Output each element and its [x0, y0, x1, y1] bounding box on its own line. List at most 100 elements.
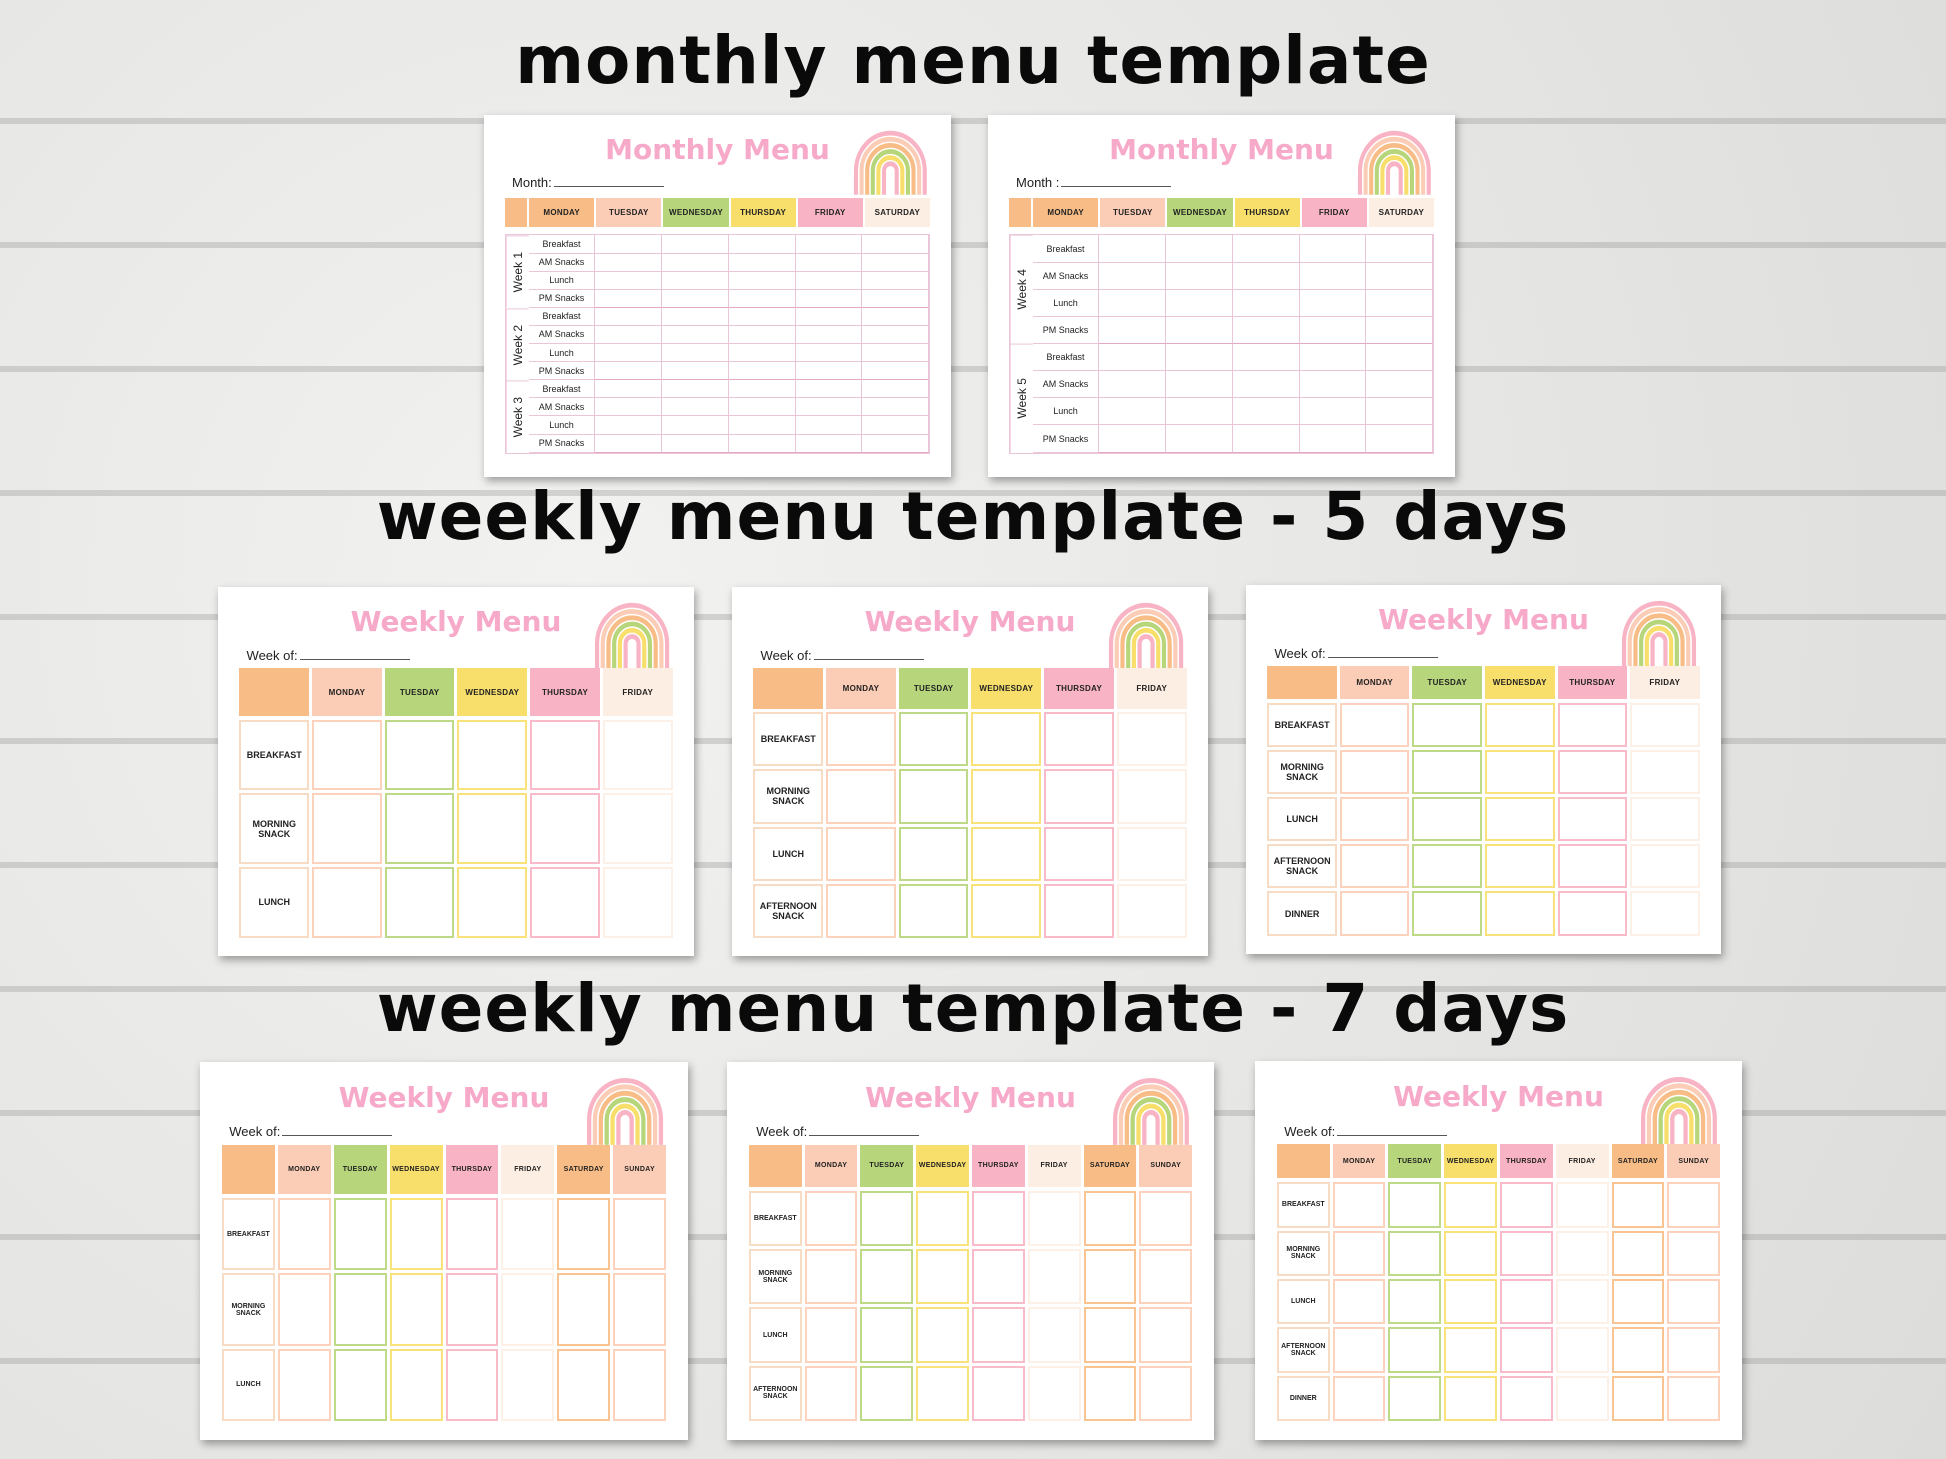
- meal-cell[interactable]: [972, 1248, 1025, 1305]
- meal-cell[interactable]: [1366, 425, 1433, 453]
- meal-cell[interactable]: [1232, 316, 1300, 345]
- meal-cell[interactable]: [557, 1348, 611, 1422]
- meal-cell[interactable]: [862, 416, 929, 435]
- meal-cell[interactable]: [804, 1248, 858, 1305]
- meal-cell[interactable]: [795, 398, 863, 417]
- meal-cell[interactable]: [1232, 262, 1300, 290]
- meal-cell[interactable]: [662, 398, 729, 417]
- meal-cell[interactable]: [1299, 235, 1367, 263]
- meal-cell[interactable]: [1139, 1307, 1193, 1363]
- meal-cell[interactable]: [862, 325, 929, 345]
- meal-cell[interactable]: [1484, 703, 1555, 748]
- meal-cell[interactable]: [862, 253, 929, 272]
- meal-cell[interactable]: [501, 1198, 555, 1271]
- meal-cell[interactable]: [1232, 235, 1300, 263]
- meal-cell[interactable]: [662, 362, 729, 381]
- meal-cell[interactable]: [826, 769, 896, 824]
- meal-cell[interactable]: [384, 866, 455, 938]
- meal-cell[interactable]: [595, 380, 663, 399]
- meal-cell[interactable]: [1099, 371, 1167, 399]
- meal-cell[interactable]: [1027, 1190, 1081, 1246]
- meal-cell[interactable]: [1366, 316, 1433, 345]
- meal-cell[interactable]: [804, 1190, 858, 1246]
- meal-cell[interactable]: [1044, 826, 1114, 881]
- meal-cell[interactable]: [898, 826, 969, 881]
- meal-cell[interactable]: [1557, 703, 1628, 748]
- meal-cell[interactable]: [1555, 1230, 1609, 1276]
- meal-cell[interactable]: [1099, 344, 1167, 372]
- meal-cell[interactable]: [795, 325, 863, 345]
- meal-cell[interactable]: [1611, 1230, 1665, 1276]
- meal-cell[interactable]: [1083, 1190, 1137, 1246]
- meal-cell[interactable]: [1166, 235, 1233, 263]
- meal-cell[interactable]: [662, 271, 729, 290]
- meal-cell[interactable]: [530, 793, 600, 864]
- meal-cell[interactable]: [662, 289, 729, 308]
- meal-cell[interactable]: [595, 253, 663, 272]
- meal-cell[interactable]: [862, 398, 929, 417]
- meal-cell[interactable]: [795, 362, 863, 381]
- meal-cell[interactable]: [1116, 769, 1187, 824]
- meal-cell[interactable]: [595, 289, 663, 308]
- meal-cell[interactable]: [1611, 1182, 1665, 1228]
- meal-cell[interactable]: [1444, 1230, 1497, 1276]
- meal-cell[interactable]: [1116, 712, 1187, 767]
- meal-cell[interactable]: [1555, 1327, 1609, 1373]
- meal-cell[interactable]: [898, 769, 969, 824]
- meal-cell[interactable]: [662, 434, 729, 453]
- meal-cell[interactable]: [595, 235, 663, 254]
- meal-cell[interactable]: [1299, 425, 1367, 453]
- meal-cell[interactable]: [728, 398, 796, 417]
- meal-cell[interactable]: [445, 1273, 499, 1346]
- meal-cell[interactable]: [457, 793, 528, 864]
- meal-cell[interactable]: [1339, 844, 1410, 889]
- meal-cell[interactable]: [862, 271, 929, 290]
- meal-cell[interactable]: [557, 1198, 611, 1271]
- meal-cell[interactable]: [1332, 1278, 1386, 1325]
- meal-cell[interactable]: [728, 271, 796, 290]
- meal-cell[interactable]: [1099, 316, 1167, 345]
- meal-cell[interactable]: [1099, 289, 1167, 317]
- meal-cell[interactable]: [728, 235, 796, 254]
- meal-cell[interactable]: [1339, 891, 1410, 936]
- meal-cell[interactable]: [445, 1348, 499, 1422]
- meal-cell[interactable]: [1667, 1278, 1721, 1325]
- meal-cell[interactable]: [1412, 750, 1482, 795]
- meal-cell[interactable]: [971, 712, 1042, 767]
- meal-cell[interactable]: [728, 325, 796, 345]
- meal-cell[interactable]: [1232, 344, 1300, 372]
- meal-cell[interactable]: [312, 793, 382, 864]
- meal-cell[interactable]: [389, 1273, 443, 1346]
- meal-cell[interactable]: [1388, 1278, 1442, 1325]
- meal-cell[interactable]: [1388, 1375, 1442, 1422]
- meal-cell[interactable]: [898, 712, 969, 767]
- meal-cell[interactable]: [1339, 703, 1410, 748]
- meal-cell[interactable]: [1299, 344, 1367, 372]
- meal-cell[interactable]: [1139, 1190, 1193, 1246]
- meal-cell[interactable]: [1557, 797, 1628, 842]
- meal-cell[interactable]: [860, 1190, 914, 1246]
- meal-cell[interactable]: [662, 416, 729, 435]
- meal-cell[interactable]: [826, 883, 896, 938]
- meal-cell[interactable]: [826, 712, 896, 767]
- meal-cell[interactable]: [728, 344, 796, 363]
- meal-cell[interactable]: [1667, 1327, 1721, 1373]
- meal-cell[interactable]: [795, 344, 863, 363]
- meal-cell[interactable]: [389, 1348, 443, 1422]
- meal-cell[interactable]: [1099, 398, 1167, 426]
- meal-cell[interactable]: [384, 719, 455, 791]
- meal-cell[interactable]: [971, 769, 1042, 824]
- meal-cell[interactable]: [1339, 750, 1410, 795]
- meal-cell[interactable]: [862, 380, 929, 399]
- meal-cell[interactable]: [1166, 371, 1233, 399]
- meal-cell[interactable]: [795, 271, 863, 290]
- meal-cell[interactable]: [1611, 1327, 1665, 1373]
- meal-cell[interactable]: [862, 307, 929, 326]
- meal-cell[interactable]: [860, 1307, 914, 1363]
- meal-cell[interactable]: [312, 719, 382, 791]
- meal-cell[interactable]: [1027, 1307, 1081, 1363]
- meal-cell[interactable]: [728, 434, 796, 453]
- meal-cell[interactable]: [595, 398, 663, 417]
- meal-cell[interactable]: [1667, 1230, 1721, 1276]
- meal-cell[interactable]: [1332, 1375, 1386, 1422]
